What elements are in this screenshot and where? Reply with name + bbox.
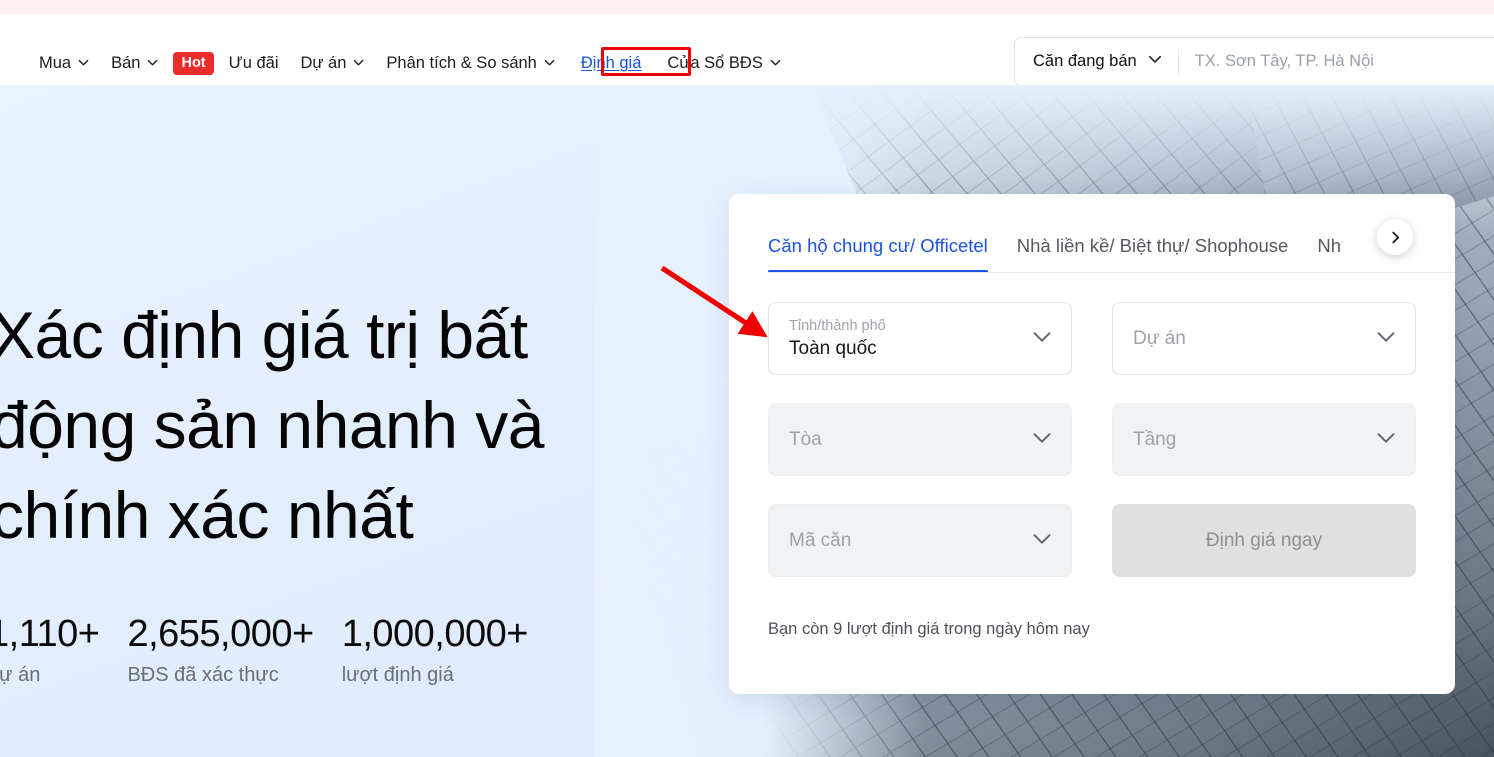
nav-label-cua-so-bds: Cửa Sổ BĐS xyxy=(667,54,763,72)
building-placeholder: Tòa xyxy=(789,428,822,450)
header-search-bar: Căn đang bán xyxy=(1014,37,1494,86)
building-select[interactable]: Tòa xyxy=(768,403,1072,476)
stat-item: 1,110+ dự án xyxy=(0,610,127,690)
chevron-down-icon xyxy=(1376,326,1396,351)
hero-title: Xác định giá trị bất động sản nhanh và c… xyxy=(0,298,544,552)
stat-label: BĐS đã xác thực xyxy=(127,664,279,686)
stat-value: 2,655,000+ xyxy=(127,613,314,655)
nav-item-uu-dai[interactable]: Ưu đãi xyxy=(218,50,290,77)
chevron-right-icon xyxy=(1391,231,1399,243)
valuation-card: Căn hộ chung cư/ Officetel Nhà liền kề/ … xyxy=(729,194,1455,694)
valuate-now-button[interactable]: Định giá ngay xyxy=(1112,504,1416,577)
unit-code-select[interactable]: Mã căn xyxy=(768,504,1072,577)
top-strip xyxy=(0,0,1494,14)
province-value: Toàn quốc xyxy=(789,337,877,359)
floor-placeholder: Tầng xyxy=(1133,428,1177,450)
project-select[interactable]: Dự án xyxy=(1112,302,1416,375)
tabs-next-button[interactable] xyxy=(1377,219,1413,255)
listing-type-label: Căn đang bán xyxy=(1033,52,1137,70)
nav-item-mua[interactable]: Mua xyxy=(28,50,100,77)
stat-value: 1,110+ xyxy=(0,613,100,655)
stat-label: dự án xyxy=(0,664,41,686)
project-placeholder: Dự án xyxy=(1133,327,1186,349)
page-root: g Mua Bán Hot Ưu đãi Dự án xyxy=(0,0,1494,757)
listing-type-dropdown[interactable]: Căn đang bán xyxy=(1015,38,1178,85)
stat-value: 1,000,000+ xyxy=(341,613,529,655)
stat-item: 2,655,000+ BĐS đã xác thực xyxy=(127,610,341,690)
site-logo[interactable]: g xyxy=(0,40,8,66)
nav-label-ban: Bán xyxy=(111,54,141,72)
chevron-down-icon xyxy=(78,57,89,68)
unit-code-placeholder: Mã căn xyxy=(789,529,852,551)
tab-can-ho-chung-cu-officetel[interactable]: Căn hộ chung cư/ Officetel xyxy=(768,235,988,273)
nav-label-phan-tich-so-sanh: Phân tích & So sánh xyxy=(386,54,537,72)
tab-nha-lien-ke-biet-thu-shophouse[interactable]: Nhà liền kề/ Biệt thự/ Shophouse xyxy=(1017,235,1289,273)
chevron-down-icon xyxy=(1032,528,1052,553)
hero-section: Xác định giá trị bất động sản nhanh và c… xyxy=(0,85,1494,757)
nav-label-mua: Mua xyxy=(39,54,72,72)
province-label: Tỉnh/thành phố xyxy=(789,317,886,334)
chevron-down-icon xyxy=(147,57,158,68)
nav-item-du-an[interactable]: Dự án xyxy=(290,50,376,77)
nav-label-du-an: Dự án xyxy=(300,54,347,72)
nav-hot-badge[interactable]: Hot xyxy=(173,51,214,76)
floor-select[interactable]: Tầng xyxy=(1112,403,1416,476)
tab-partial-next[interactable]: Nh xyxy=(1317,235,1341,273)
site-header: g Mua Bán Hot Ưu đãi Dự án xyxy=(0,14,1494,86)
chevron-down-icon xyxy=(353,57,364,68)
chevron-down-icon xyxy=(1376,427,1396,452)
nav-item-cua-so-bds[interactable]: Cửa Sổ BĐS xyxy=(656,50,791,77)
nav-label-dinh-gia: Định giá xyxy=(580,54,642,72)
chevron-down-icon xyxy=(1032,326,1052,351)
stat-item: 1,000,000+ lượt định giá xyxy=(342,610,556,690)
valuation-quota-text: Bạn còn 9 lượt định giá trong ngày hôm n… xyxy=(768,620,1090,638)
province-select[interactable]: Tỉnh/thành phố Toàn quốc xyxy=(768,302,1072,375)
chevron-down-icon xyxy=(770,57,781,68)
chevron-down-icon xyxy=(1032,427,1052,452)
nav-item-phan-tich-so-sanh[interactable]: Phân tích & So sánh xyxy=(375,50,565,77)
property-type-tabs: Căn hộ chung cư/ Officetel Nhà liền kề/ … xyxy=(768,194,1416,273)
valuation-form: Tỉnh/thành phố Toàn quốc Dự án Tòa Tầng … xyxy=(768,302,1416,577)
hero-stats: 1,110+ dự án 2,655,000+ BĐS đã xác thực … xyxy=(0,610,556,690)
nav-item-dinh-gia[interactable]: Định giá xyxy=(570,50,653,77)
nav-item-ban[interactable]: Bán xyxy=(100,50,169,77)
tabs-underline-rule xyxy=(768,272,1455,273)
stat-label: lượt định giá xyxy=(341,664,454,686)
location-search-input[interactable] xyxy=(1178,38,1494,85)
chevron-down-icon xyxy=(544,57,555,68)
chevron-down-icon xyxy=(1148,52,1162,71)
nav-label-uu-dai: Ưu đãi xyxy=(228,54,279,72)
